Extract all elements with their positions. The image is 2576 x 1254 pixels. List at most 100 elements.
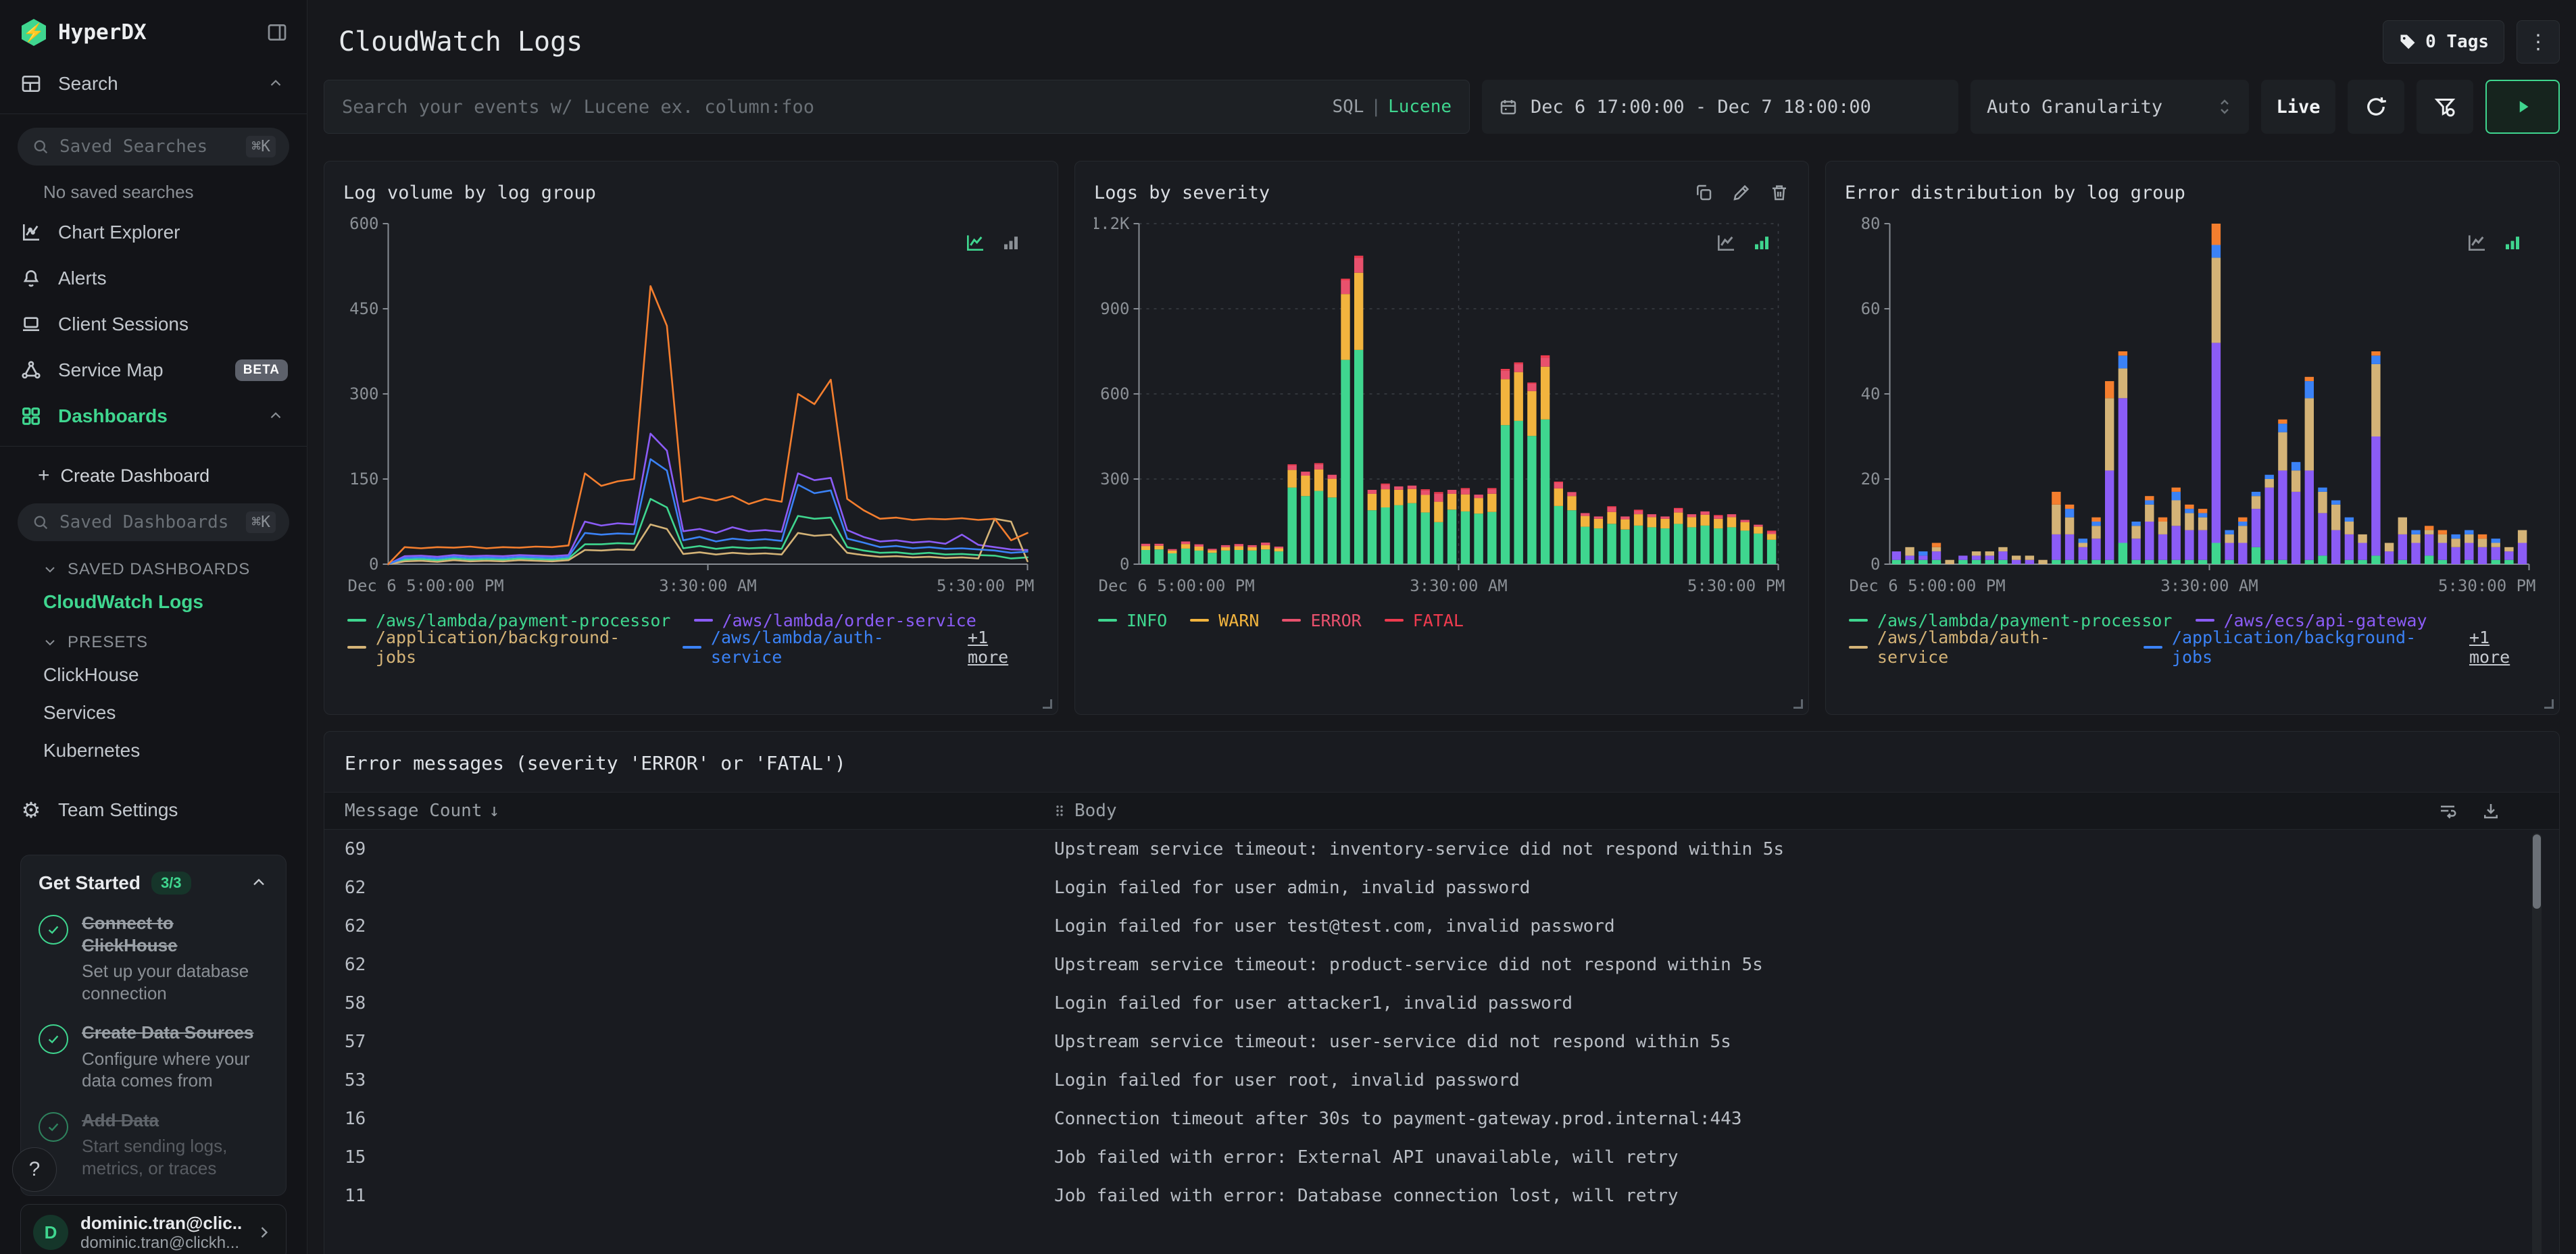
resize-handle[interactable]: [1793, 699, 1803, 709]
service-map-icon: [19, 358, 43, 382]
legend-row: /aws/lambda/auth-service/application/bac…: [1849, 628, 2540, 667]
search-page-icon: [19, 72, 43, 96]
live-button[interactable]: Live: [2261, 80, 2335, 134]
sidebar-item-dashboards[interactable]: Dashboards: [0, 393, 307, 439]
sidebar-item-client-sessions[interactable]: Client Sessions: [0, 301, 307, 347]
table-row[interactable]: 62 Upstream service timeout: product-serv…: [324, 945, 2559, 984]
column-message-count[interactable]: Message Count ↓: [345, 801, 1054, 821]
section-presets[interactable]: PRESETS: [0, 621, 307, 656]
legend-item[interactable]: FATAL: [1384, 611, 1464, 630]
error-distribution-chart[interactable]: 0 20 40 60 80 Dec 6 5:00:00 PM 3:30:00 AM 5:30:…: [1845, 211, 2540, 597]
date-range-value: Dec 6 17:00:00 - Dec 7 18:00:00: [1531, 96, 1871, 118]
legend-more-link[interactable]: +1 more: [2469, 628, 2540, 667]
edit-panel-icon[interactable]: [1731, 182, 1752, 203]
table-row[interactable]: 58 Login failed for user attacker1, inval…: [324, 984, 2559, 1022]
legend-item[interactable]: WARN: [1190, 611, 1259, 630]
delete-panel-icon[interactable]: [1769, 182, 1789, 203]
log-volume-chart[interactable]: 0 150 300 450 600 Dec 6 5:00:00 PM 3:30:00 AM 5…: [343, 211, 1039, 597]
legend-item[interactable]: /aws/lambda/auth-service: [683, 628, 954, 667]
table-row[interactable]: 11 Job failed with error: Database connec…: [324, 1176, 2559, 1215]
section-saved-dashboards[interactable]: SAVED DASHBOARDS: [0, 548, 307, 583]
resize-handle[interactable]: [2544, 699, 2554, 709]
granularity-select[interactable]: Auto Granularity: [1971, 80, 2249, 134]
event-search-input[interactable]: Search your events w/ Lucene ex. column:…: [324, 80, 1470, 134]
get-started-item-sources[interactable]: Create Data Sources Configure where your…: [39, 1022, 268, 1092]
preset-clickhouse[interactable]: ClickHouse: [0, 656, 307, 694]
svg-text:80: 80: [1861, 214, 1881, 233]
refresh-icon: [2367, 97, 2387, 116]
table-row[interactable]: 16 Connection timeout after 30s to paymen…: [324, 1099, 2559, 1138]
svg-text:300: 300: [349, 384, 378, 403]
get-started-item-desc: Start sending logs, metrics, or traces: [82, 1136, 228, 1178]
get-started-item-connect[interactable]: Connect to ClickHouse Set up your databa…: [39, 912, 268, 1004]
chevron-up-icon[interactable]: [264, 404, 288, 428]
sidebar-item-team-settings[interactable]: ⚙ Team Settings: [0, 787, 307, 833]
saved-dashboard-cloudwatch-logs[interactable]: CloudWatch Logs: [0, 583, 307, 621]
line-view-toggle-icon[interactable]: [964, 232, 986, 257]
column-body[interactable]: Body: [1054, 801, 2437, 821]
legend-item[interactable]: /application/background-jobs: [2143, 628, 2456, 667]
legend-item[interactable]: /aws/lambda/auth-service: [1849, 628, 2121, 667]
legend-item[interactable]: ERROR: [1282, 611, 1362, 630]
dashboards-grid-icon: [19, 404, 43, 428]
line-view-toggle-icon[interactable]: [1715, 232, 1737, 257]
collapse-sidebar-icon[interactable]: [265, 20, 289, 45]
dashboard-kebab-button[interactable]: ⋮: [2517, 20, 2560, 64]
svg-text:3:30:00 AM: 3:30:00 AM: [659, 576, 757, 595]
table-scrollbar[interactable]: [2532, 833, 2542, 1254]
table-row[interactable]: 62 Login failed for user test@test.com, i…: [324, 907, 2559, 945]
avatar: D: [33, 1215, 68, 1250]
sidebar-item-label: Chart Explorer: [58, 222, 180, 243]
cell-body: Upstream service timeout: product-servic…: [1054, 954, 1763, 975]
sql-option[interactable]: SQL: [1332, 97, 1364, 117]
scrollbar-thumb[interactable]: [2533, 834, 2541, 909]
legend-item[interactable]: INFO: [1098, 611, 1167, 630]
table-row[interactable]: 15 Job failed with error: External API un…: [324, 1138, 2559, 1176]
legend-item[interactable]: /application/background-jobs: [347, 628, 660, 667]
drag-handle-icon[interactable]: [1054, 803, 1065, 819]
refresh-button[interactable]: [2348, 80, 2404, 134]
line-view-toggle-icon[interactable]: [2466, 232, 2487, 257]
download-icon[interactable]: [2481, 801, 2501, 821]
preset-kubernetes[interactable]: Kubernetes: [0, 732, 307, 770]
saved-dashboards-input[interactable]: Saved Dashboards ⌘K: [18, 503, 289, 541]
sidebar-item-service-map[interactable]: Service Map BETA: [0, 347, 307, 393]
table-row[interactable]: 62 Login failed for user admin, invalid p…: [324, 868, 2559, 907]
resize-handle[interactable]: [1043, 699, 1052, 709]
hyperdx-logo-icon: ⚡: [22, 19, 46, 46]
legend-swatch: [1384, 619, 1404, 622]
get-started-item-add-data[interactable]: Add Data Start sending logs, metrics, or…: [39, 1109, 268, 1180]
tags-button[interactable]: 0 Tags: [2383, 20, 2504, 64]
duplicate-panel-icon[interactable]: [1693, 182, 1714, 203]
lucene-option[interactable]: Lucene: [1388, 97, 1452, 117]
cell-message-count: 11: [345, 1185, 366, 1206]
table-row[interactable]: 57 Upstream service timeout: user-service…: [324, 1022, 2559, 1061]
bar-view-toggle-icon[interactable]: [1752, 232, 1772, 257]
chevron-up-icon[interactable]: [249, 874, 268, 893]
legend-more-link[interactable]: +1 more: [968, 628, 1039, 667]
bar-view-toggle-icon[interactable]: [2502, 232, 2523, 257]
preset-services[interactable]: Services: [0, 694, 307, 732]
sidebar-item-alerts[interactable]: Alerts: [0, 255, 307, 301]
sidebar-item-chart-explorer[interactable]: Chart Explorer: [0, 209, 307, 255]
run-query-button[interactable]: [2485, 80, 2560, 134]
panel-error-distribution: Error distribution by log group 0 20 40 60 8…: [1825, 161, 2560, 715]
table-row[interactable]: 53 Login failed for user root, invalid pa…: [324, 1061, 2559, 1099]
query-language-toggle[interactable]: SQL | Lucene: [1332, 97, 1452, 117]
chevron-up-icon[interactable]: [264, 72, 288, 96]
filter-button[interactable]: [2417, 80, 2473, 134]
wrap-text-icon[interactable]: [2437, 801, 2458, 821]
tags-label: 0 Tags: [2425, 32, 2489, 52]
create-dashboard-button[interactable]: + Create Dashboard: [0, 453, 307, 497]
logs-by-severity-chart[interactable]: 0 300 600 900 1.2K Dec 6 5:00:00 PM 3:30:00 AM…: [1091, 211, 1789, 597]
help-button[interactable]: ?: [12, 1147, 57, 1192]
user-menu[interactable]: D dominic.tran@clic... dominic.tran@clic…: [20, 1204, 287, 1254]
legend-swatch: [1849, 646, 1868, 649]
saved-searches-input[interactable]: Saved Searches ⌘K: [18, 128, 289, 166]
bar-view-toggle-icon[interactable]: [1001, 232, 1021, 257]
table-row[interactable]: 69 Upstream service timeout: inventory-se…: [324, 830, 2559, 868]
date-range-picker[interactable]: Dec 6 17:00:00 - Dec 7 18:00:00: [1482, 80, 1958, 134]
divider: [0, 446, 307, 447]
sidebar-item-search[interactable]: Search: [0, 61, 307, 107]
chevron-down-icon: [45, 640, 55, 646]
